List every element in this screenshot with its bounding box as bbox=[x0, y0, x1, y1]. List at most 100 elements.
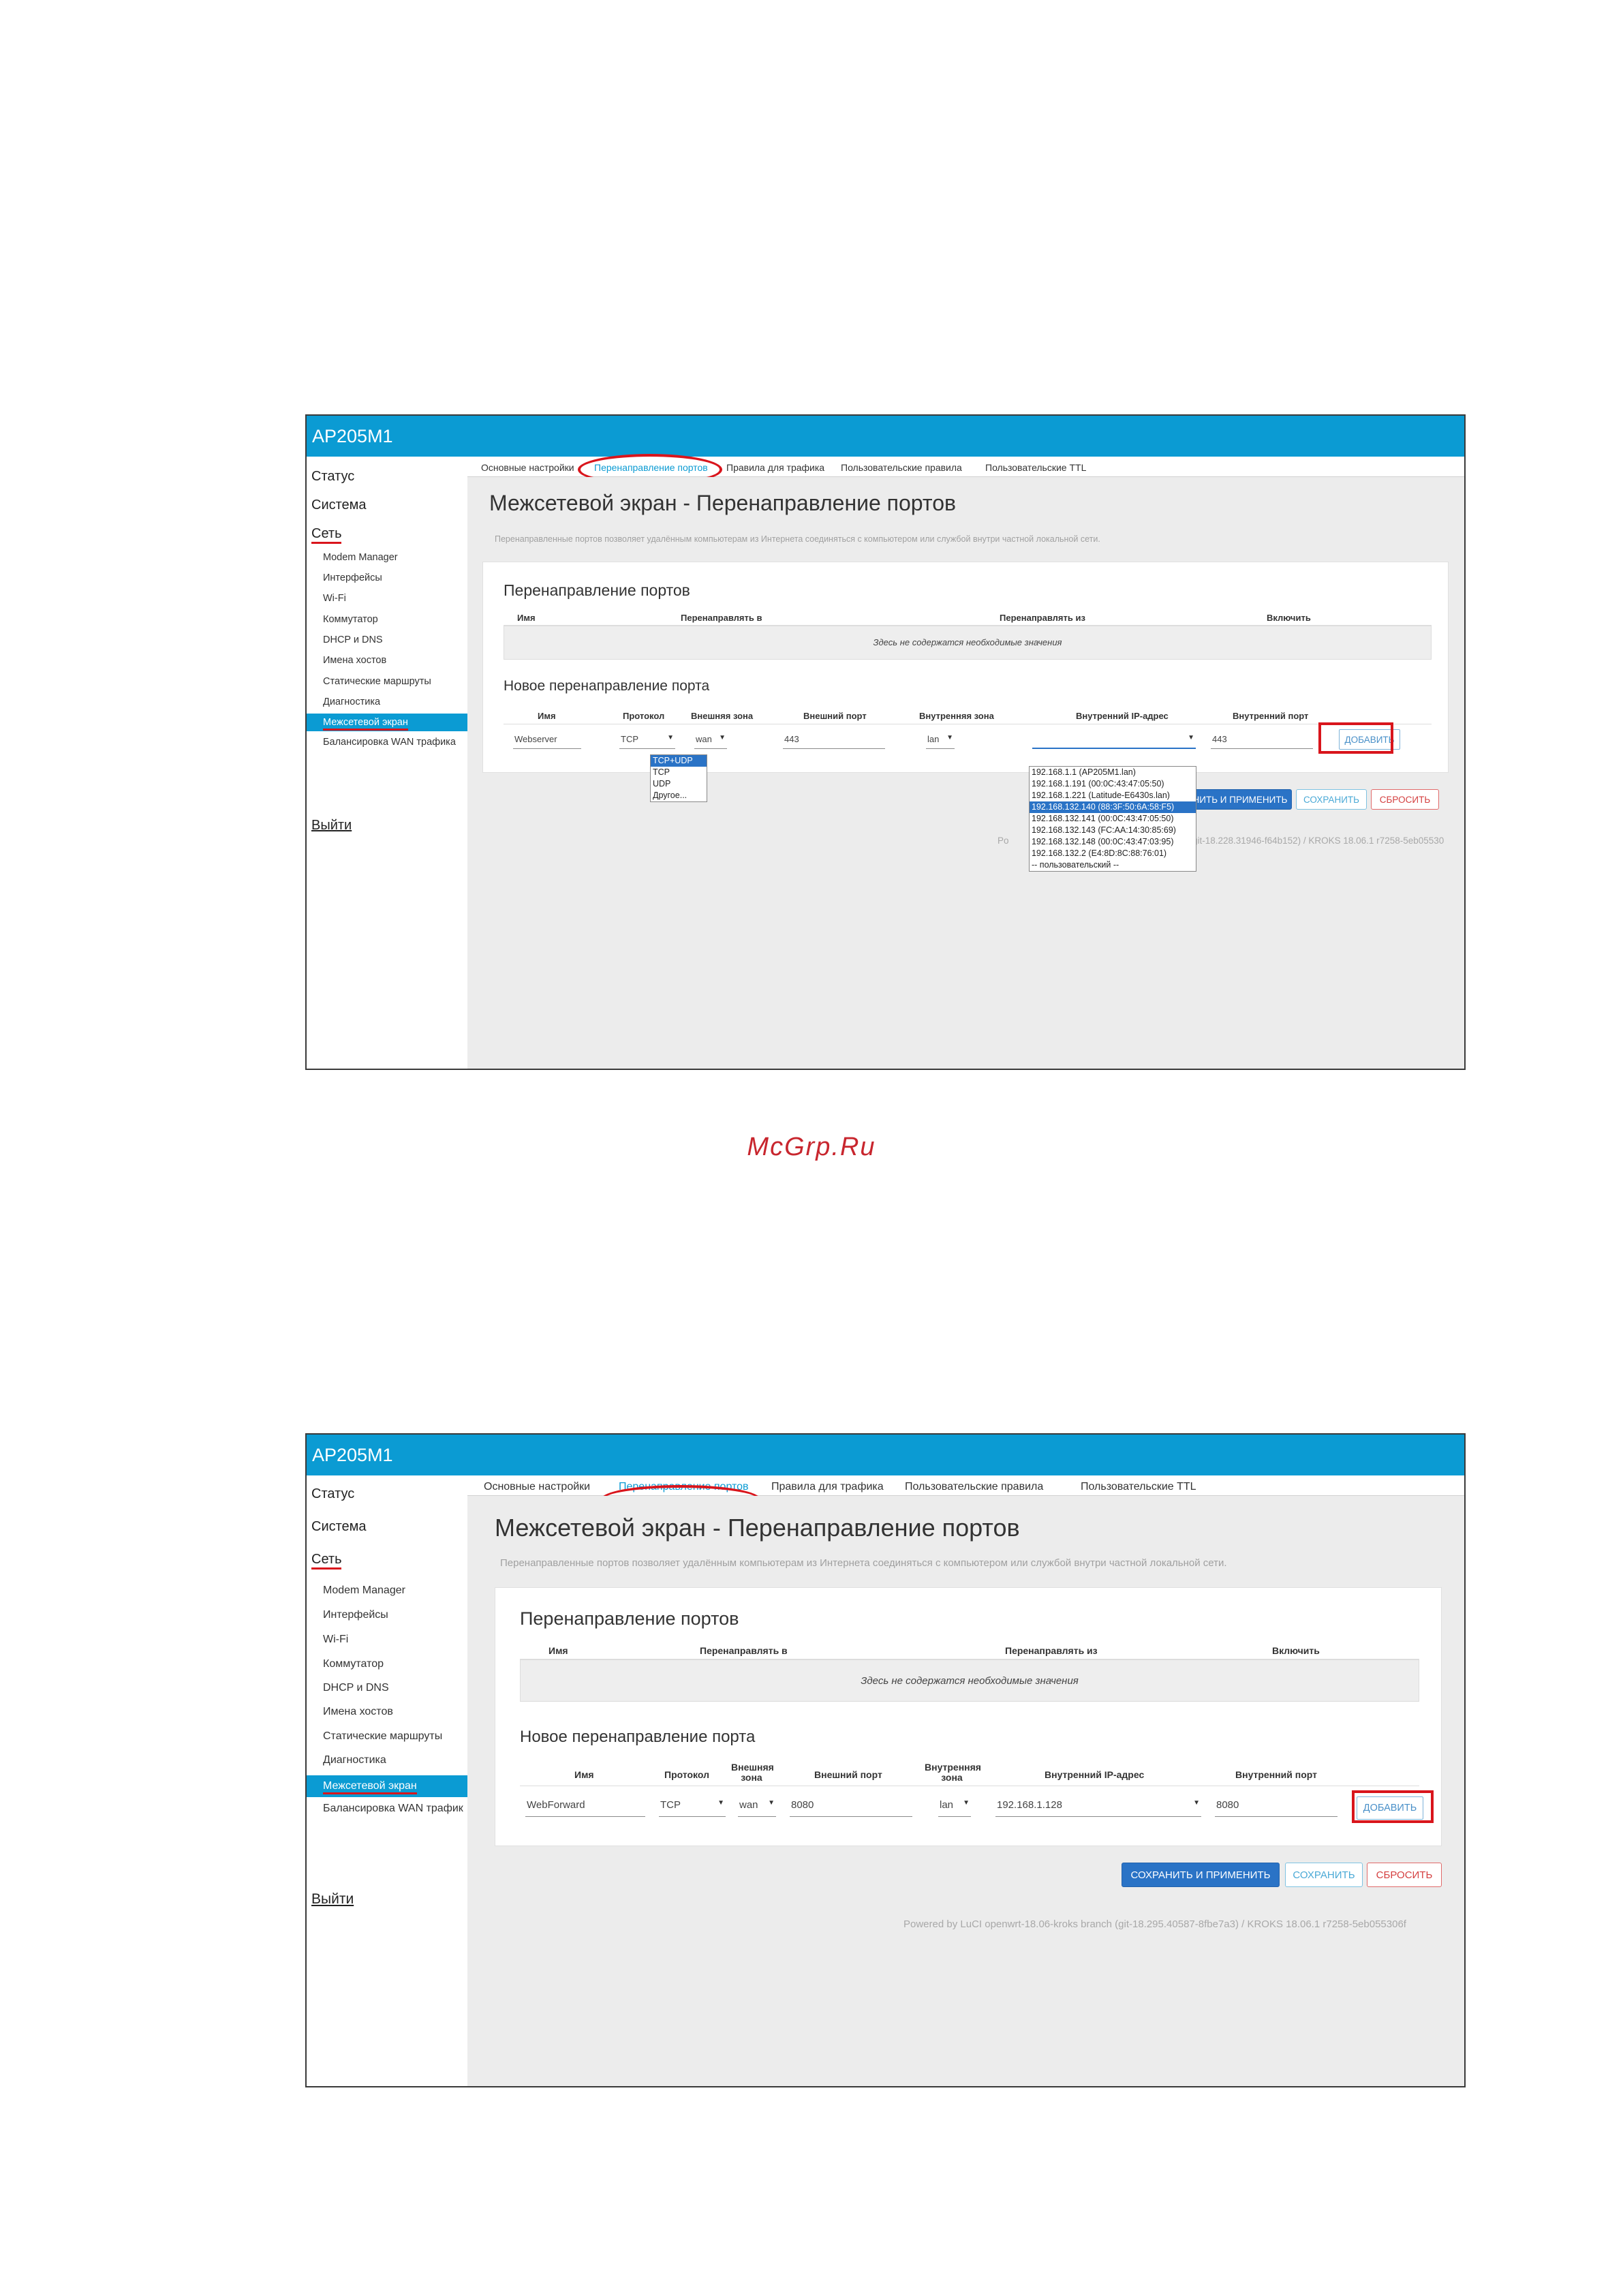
save-button[interactable]: СОХРАНИТЬ bbox=[1296, 789, 1367, 810]
protocol-option[interactable]: TCP bbox=[651, 767, 707, 778]
int-port-input[interactable]: 8080 bbox=[1215, 1796, 1338, 1817]
sidebar-item-diagnostics[interactable]: Диагностика bbox=[323, 697, 380, 707]
sidebar-item-dhcp-dns[interactable]: DHCP и DNS bbox=[323, 634, 383, 645]
ext-port-input[interactable]: 443 bbox=[783, 731, 885, 749]
protocol-option[interactable]: TCP+UDP bbox=[651, 755, 707, 767]
sidebar-item-wifi[interactable]: Wi-Fi bbox=[323, 1634, 348, 1646]
sidebar-item-firewall[interactable]: Межсетевой экран bbox=[307, 1775, 467, 1797]
sidebar-item-interfaces[interactable]: Интерфейсы bbox=[323, 1609, 388, 1621]
sidebar-item-network-label: Сеть bbox=[311, 1552, 342, 1570]
form-col-ext-zone: Внешняя зона bbox=[731, 1762, 774, 1783]
form-col-int-port: Внутренний порт bbox=[1233, 711, 1309, 721]
col-forward-to: Перенаправлять в bbox=[681, 613, 762, 623]
int-zone-value: lan bbox=[927, 734, 940, 744]
ext-zone-select[interactable]: wan ▼ bbox=[738, 1796, 776, 1817]
empty-table-message: Здесь не содержатся необходимые значения bbox=[520, 1659, 1419, 1702]
sidebar-item-modem-manager[interactable]: Modem Manager bbox=[323, 552, 398, 563]
ip-option[interactable]: 192.168.132.148 (00:0C:43:47:03:95) bbox=[1030, 836, 1196, 848]
int-zone-select[interactable]: lan ▼ bbox=[938, 1796, 971, 1817]
sidebar-item-diagnostics[interactable]: Диагностика bbox=[323, 1754, 386, 1766]
form-col-name: Имя bbox=[538, 711, 556, 721]
form-col-ext-port: Внешний порт bbox=[814, 1769, 882, 1780]
sidebar-item-switch[interactable]: Коммутатор bbox=[323, 614, 378, 625]
page-title: Межсетевой экран - Перенаправление порто… bbox=[489, 491, 956, 515]
sidebar-item-switch[interactable]: Коммутатор bbox=[323, 1658, 384, 1670]
int-zone-value: lan bbox=[940, 1799, 954, 1811]
chevron-down-icon: ▼ bbox=[717, 1799, 724, 1807]
sidebar-item-firewall[interactable]: Межсетевой экран bbox=[307, 714, 467, 731]
int-ip-select[interactable]: 192.168.1.128 ▼ bbox=[995, 1796, 1201, 1817]
col-forward-from: Перенаправлять из bbox=[1005, 1645, 1098, 1656]
sidebar-item-network[interactable]: Сеть bbox=[307, 526, 342, 544]
ip-option[interactable]: 192.168.1.1 (AP205M1.lan) bbox=[1030, 767, 1196, 778]
screenshot-2: AP205M1 Статус Система Сеть Modem Manage… bbox=[305, 1433, 1466, 2087]
ip-option[interactable]: 192.168.132.143 (FC:AA:14:30:85:69) bbox=[1030, 825, 1196, 836]
protocol-option[interactable]: UDP bbox=[651, 778, 707, 790]
sidebar-item-modem-manager[interactable]: Modem Manager bbox=[323, 1585, 405, 1597]
ip-option[interactable]: 192.168.1.221 (Latitude-E6430s.lan) bbox=[1030, 790, 1196, 801]
new-section-title: Новое перенаправление порта bbox=[520, 1728, 756, 1746]
tab-general[interactable]: Основные настройки bbox=[484, 1481, 590, 1493]
col-forward-from: Перенаправлять из bbox=[1000, 613, 1085, 623]
sidebar-item-static-routes[interactable]: Статические маршруты bbox=[323, 1730, 442, 1743]
form-col-int-zone: Внутренняя зона bbox=[919, 711, 994, 721]
sidebar-item-status[interactable]: Статус bbox=[307, 1486, 354, 1502]
sidebar-item-static-routes[interactable]: Статические маршруты bbox=[323, 676, 431, 687]
form-col-int-port: Внутренний порт bbox=[1235, 1769, 1317, 1780]
protocol-value: TCP bbox=[660, 1799, 681, 1811]
sidebar-item-wan-balancing[interactable]: Балансировка WAN трафика bbox=[323, 737, 456, 748]
tab-custom-rules[interactable]: Пользовательские правила bbox=[905, 1481, 1043, 1493]
ip-option[interactable]: 192.168.132.141 (00:0C:43:47:05:50) bbox=[1030, 813, 1196, 825]
sidebar-item-interfaces[interactable]: Интерфейсы bbox=[323, 572, 382, 583]
int-zone-select[interactable]: lan ▼ bbox=[926, 731, 955, 749]
chevron-down-icon: ▼ bbox=[768, 1799, 775, 1807]
sidebar-item-network[interactable]: Сеть bbox=[307, 1552, 342, 1570]
chevron-down-icon: ▼ bbox=[1188, 734, 1194, 741]
protocol-select[interactable]: TCP ▼ bbox=[659, 1796, 726, 1817]
tab-traffic-rules[interactable]: Правила для трафика bbox=[771, 1481, 884, 1493]
sidebar-item-wan-balancing[interactable]: Балансировка WAN трафик bbox=[323, 1803, 463, 1815]
sidebar-item-hostnames[interactable]: Имена хостов bbox=[323, 655, 386, 666]
tab-custom-ttl[interactable]: Пользовательские TTL bbox=[1081, 1481, 1196, 1493]
sidebar-item-hostnames[interactable]: Имена хостов bbox=[323, 1706, 393, 1718]
chevron-down-icon: ▼ bbox=[946, 734, 953, 741]
sidebar-item-system[interactable]: Система bbox=[307, 1519, 367, 1535]
section-title: Перенаправление портов bbox=[504, 581, 690, 599]
ip-option[interactable]: 192.168.1.191 (00:0C:43:47:05:50) bbox=[1030, 778, 1196, 790]
protocol-option[interactable]: Другое... bbox=[651, 790, 707, 801]
tab-custom-ttl[interactable]: Пользовательские TTL bbox=[985, 462, 1086, 473]
tab-general[interactable]: Основные настройки bbox=[481, 462, 574, 473]
reset-button[interactable]: СБРОСИТЬ bbox=[1367, 1863, 1442, 1887]
ext-zone-select[interactable]: wan ▼ bbox=[694, 731, 727, 749]
main-content: Межсетевой экран - Перенаправление порто… bbox=[467, 477, 1464, 1069]
ext-zone-value: wan bbox=[739, 1799, 758, 1811]
name-input[interactable]: Webserver bbox=[513, 731, 581, 749]
name-input[interactable]: WebForward bbox=[525, 1796, 645, 1817]
form-col-ext-port: Внешний порт bbox=[803, 711, 867, 721]
footer-text: git-18.228.31946-f64b152) / KROKS 18.06.… bbox=[1192, 836, 1444, 846]
ip-option[interactable]: 192.168.132.140 (88:3F:50:6A:58:F5) bbox=[1030, 801, 1196, 813]
sidebar-item-system[interactable]: Система bbox=[307, 498, 367, 513]
highlight-rect bbox=[1318, 722, 1393, 754]
chevron-down-icon: ▼ bbox=[963, 1799, 970, 1807]
int-ip-select[interactable]: ▼ bbox=[1032, 731, 1196, 749]
ip-option[interactable]: 192.168.132.2 (E4:8D:8C:88:76:01) bbox=[1030, 848, 1196, 859]
save-apply-button[interactable]: СОХРАНИТЬ И ПРИМЕНИТЬ bbox=[1122, 1863, 1280, 1887]
int-port-input[interactable]: 443 bbox=[1211, 731, 1313, 749]
sidebar-item-wifi[interactable]: Wi-Fi bbox=[323, 593, 346, 604]
save-apply-button[interactable]: НИТЬ И ПРИМЕНИТЬ bbox=[1188, 789, 1292, 810]
tab-traffic-rules[interactable]: Правила для трафика bbox=[726, 462, 824, 473]
sidebar-item-dhcp-dns[interactable]: DHCP и DNS bbox=[323, 1682, 389, 1694]
section-title: Перенаправление портов bbox=[520, 1608, 739, 1629]
tab-custom-rules[interactable]: Пользовательские правила bbox=[841, 462, 962, 473]
logout-link[interactable]: Выйти bbox=[311, 1891, 354, 1908]
protocol-select[interactable]: TCP ▼ bbox=[619, 731, 675, 749]
sidebar-item-status[interactable]: Статус bbox=[307, 469, 354, 485]
reset-button[interactable]: СБРОСИТЬ bbox=[1371, 789, 1439, 810]
ip-option[interactable]: -- пользовательский -- bbox=[1030, 859, 1196, 871]
save-button[interactable]: СОХРАНИТЬ bbox=[1285, 1863, 1363, 1887]
ip-dropdown: 192.168.1.1 (AP205M1.lan) 192.168.1.191 (… bbox=[1029, 766, 1196, 872]
logout-link[interactable]: Выйти bbox=[311, 818, 352, 833]
ext-port-input[interactable]: 8080 bbox=[790, 1796, 912, 1817]
app-title: AP205M1 bbox=[307, 416, 1464, 457]
